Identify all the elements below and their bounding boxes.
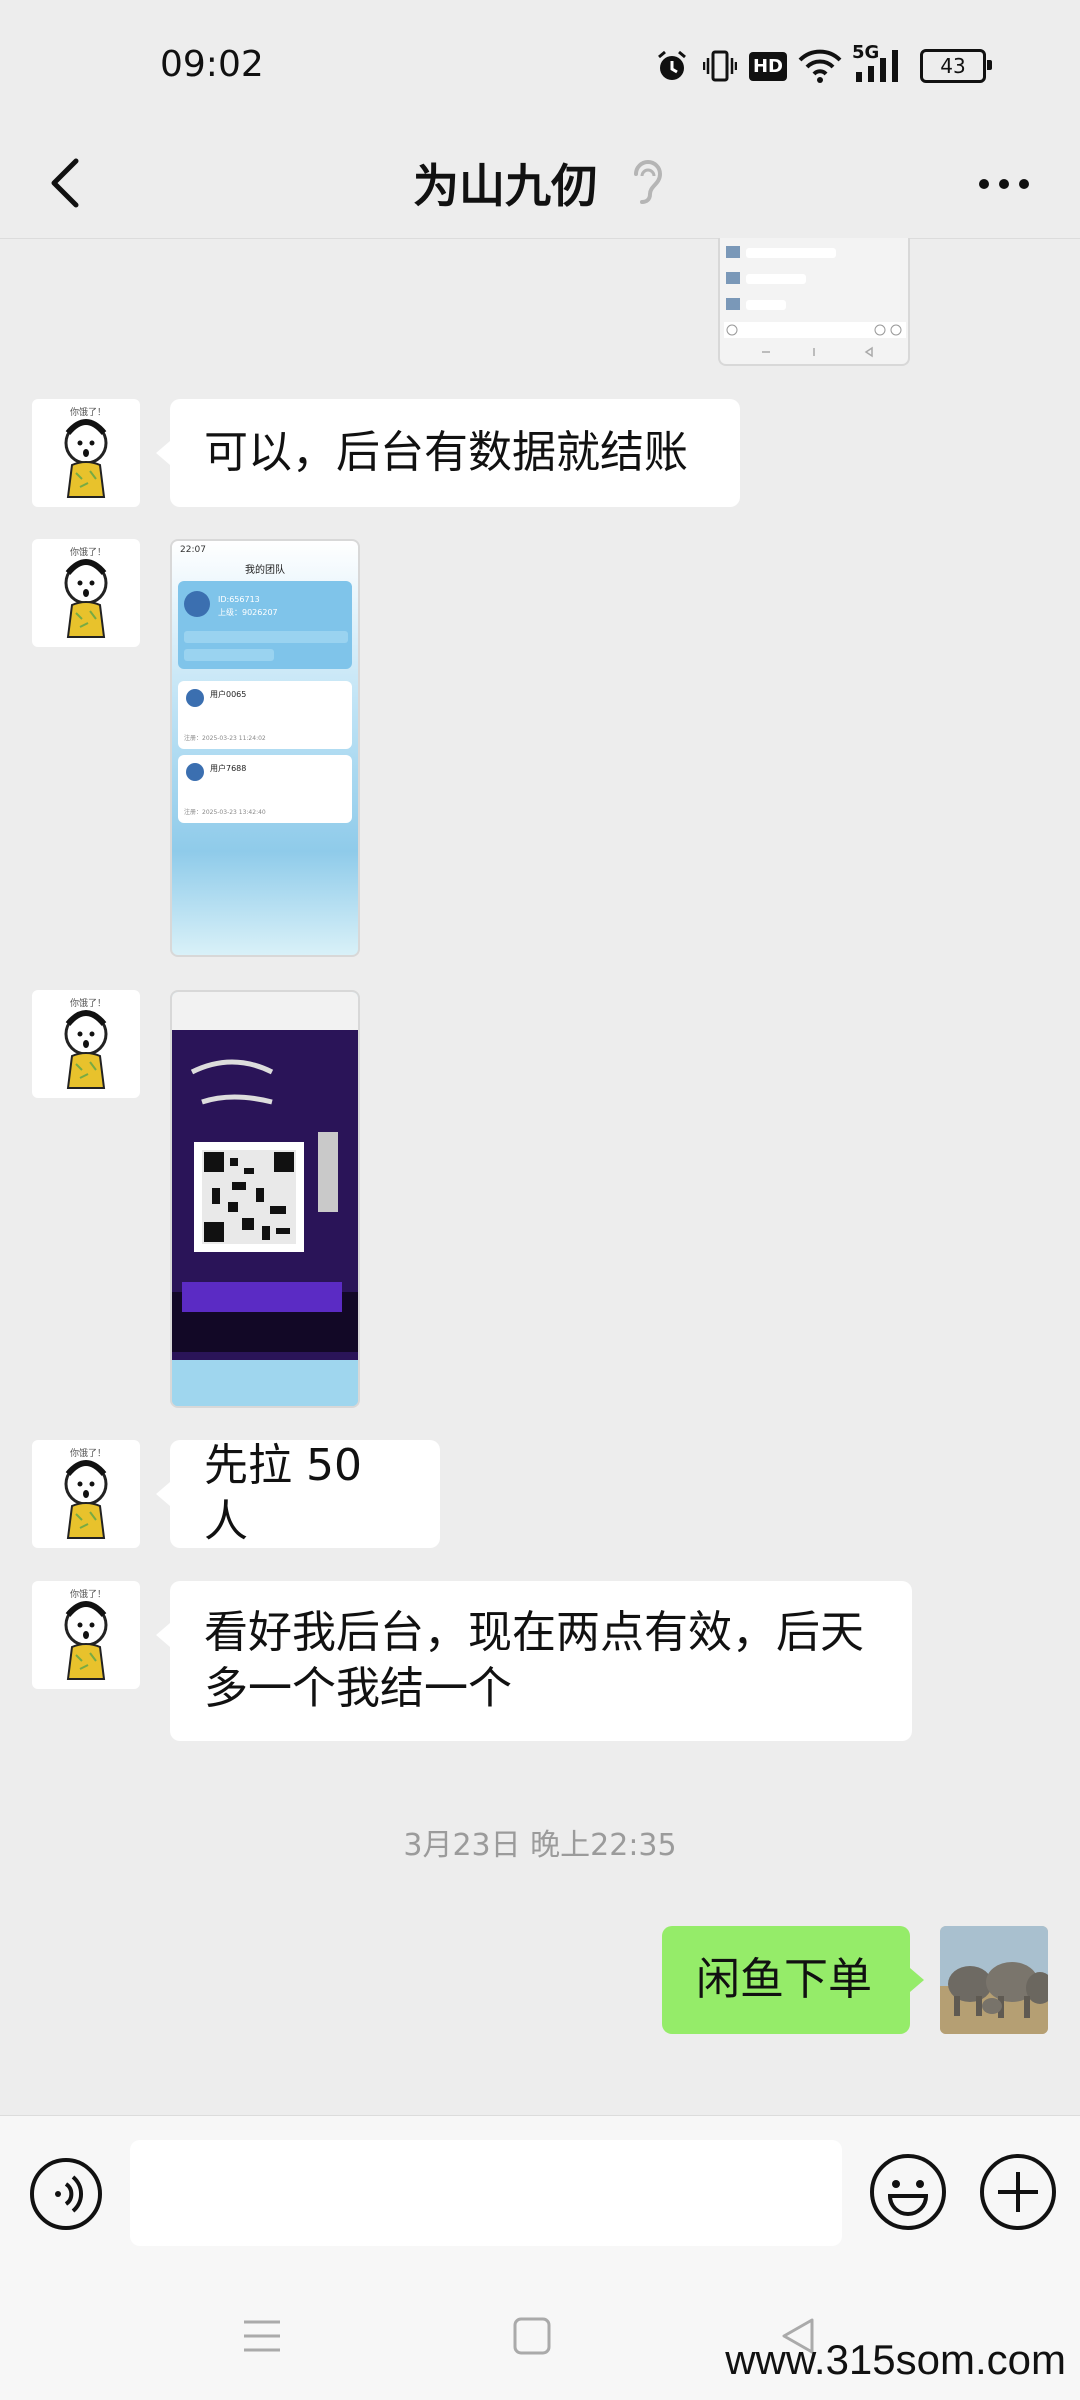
svg-text:你饿了！: 你饿了！ xyxy=(70,1447,106,1459)
status-bar: 09:02 HD 5G 43 xyxy=(0,0,1080,130)
avatar[interactable]: 你饿了！ xyxy=(32,399,140,507)
input-bar xyxy=(0,2115,1080,2271)
message-text-line: 看好我后台，现在两点有效，后天 xyxy=(204,1607,864,1658)
plus-icon[interactable] xyxy=(978,2152,1058,2232)
avatar[interactable]: 你饿了！ xyxy=(32,990,140,1098)
my-avatar[interactable] xyxy=(940,1926,1048,2034)
bubble-tail xyxy=(156,1623,170,1647)
ear-icon xyxy=(628,154,668,210)
previous-image-message[interactable] xyxy=(718,238,910,366)
svg-text:你饿了！: 你饿了！ xyxy=(70,546,106,558)
signal-icon: 5G xyxy=(852,42,908,86)
home-square-icon[interactable] xyxy=(510,2314,554,2358)
hd-icon: HD xyxy=(748,46,788,86)
avatar[interactable]: 你饿了！ xyxy=(32,1581,140,1689)
chat-header: 为山九仞 xyxy=(0,130,1080,239)
avatar[interactable]: 你饿了！ xyxy=(32,539,140,647)
message-bubble[interactable]: 先拉 50 人 xyxy=(170,1440,440,1548)
vibrate-icon xyxy=(700,46,740,86)
message-text-line: 多一个我结一个 xyxy=(204,1663,512,1714)
wifi-icon xyxy=(796,46,844,86)
message-bubble[interactable]: 可以，后台有数据就结账 xyxy=(170,399,740,507)
svg-text:你饿了！: 你饿了！ xyxy=(70,406,106,418)
battery-icon: 43 xyxy=(918,46,992,86)
voice-icon[interactable] xyxy=(28,2156,104,2232)
bubble-tail xyxy=(156,441,170,465)
status-time: 09:02 xyxy=(160,44,264,85)
bubble-tail xyxy=(910,1968,924,1992)
watermark: www.315som.com xyxy=(725,2336,1066,2383)
message-text: 可以，后台有数据就结账 xyxy=(204,427,688,478)
image-message-qr-poster[interactable] xyxy=(170,990,360,1408)
message-bubble[interactable]: 看好我后台，现在两点有效，后天 多一个我结一个 xyxy=(170,1581,912,1741)
chat-title[interactable]: 为山九仞 xyxy=(0,150,1010,216)
avatar[interactable]: 你饿了！ xyxy=(32,1440,140,1548)
my-message-bubble[interactable]: 闲鱼下单 xyxy=(662,1926,910,2034)
message-timestamp: 3月23日 晚上22:35 xyxy=(403,1828,677,1863)
message-text: 先拉 50 人 xyxy=(204,1440,362,1547)
image-message-team[interactable]: 22:07 我的团队 ID:656713 上级：9026207 用户0065 注… xyxy=(170,539,360,957)
alarm-icon xyxy=(652,46,692,86)
message-text: 闲鱼下单 xyxy=(696,1954,872,2005)
more-dots-icon[interactable] xyxy=(972,156,1036,212)
svg-text:你饿了！: 你饿了！ xyxy=(70,1588,106,1600)
message-input[interactable] xyxy=(130,2140,842,2246)
bubble-tail xyxy=(156,1482,170,1506)
svg-text:你饿了！: 你饿了！ xyxy=(70,997,106,1009)
emoji-icon[interactable] xyxy=(868,2152,948,2232)
menu-icon[interactable] xyxy=(240,2314,284,2358)
